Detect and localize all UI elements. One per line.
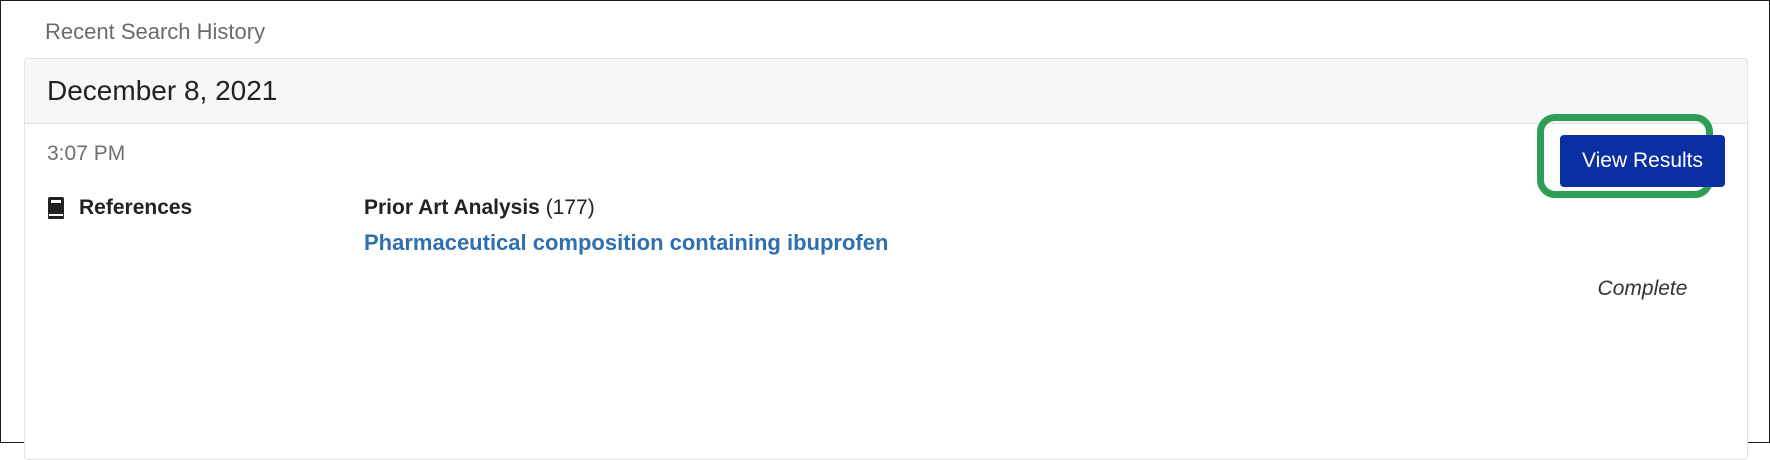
entry-time: 3:07 PM (47, 142, 126, 165)
entry-type-label: References (79, 196, 193, 219)
card-header: December 8, 2021 (25, 59, 1747, 124)
status-text: Complete (1597, 277, 1688, 300)
book-icon (47, 197, 65, 219)
history-date-card: December 8, 2021 3:07 PM References Prio… (24, 58, 1748, 460)
entry-type: References (47, 196, 192, 220)
analysis-info: Prior Art Analysis (177) Pharmaceutical … (364, 196, 888, 256)
section-heading: Recent Search History (45, 19, 266, 44)
analysis-name: Prior Art Analysis (364, 196, 540, 219)
analysis-count: (177) (545, 196, 595, 219)
history-date: December 8, 2021 (47, 75, 278, 106)
query-link[interactable]: Pharmaceutical composition containing ib… (364, 230, 888, 256)
view-results-button[interactable]: View Results (1560, 135, 1725, 187)
search-history-panel: Recent Search History December 8, 2021 3… (0, 0, 1770, 460)
